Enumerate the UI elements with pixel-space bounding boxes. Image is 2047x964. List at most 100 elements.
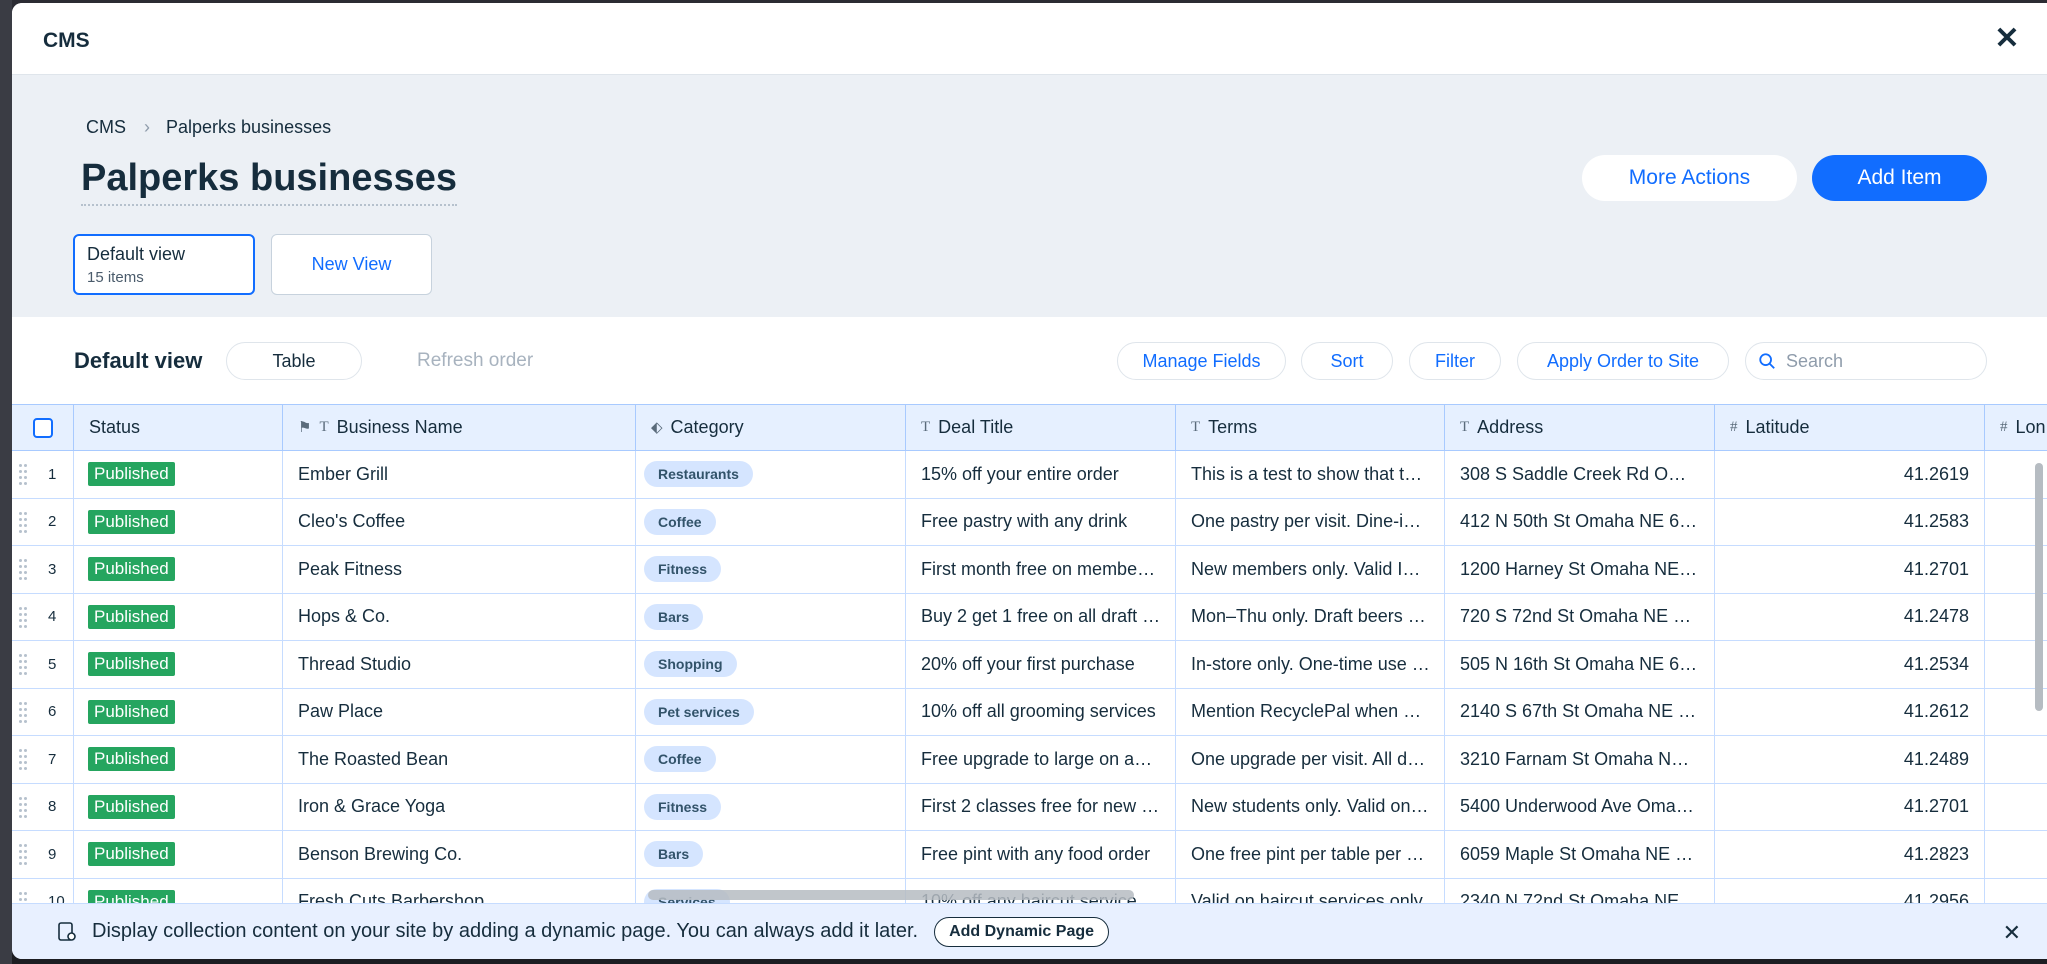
address-cell[interactable]: 720 S 72nd St Omaha NE 68114 bbox=[1445, 593, 1715, 640]
search-input[interactable] bbox=[1786, 350, 1966, 372]
latitude-cell[interactable]: 41.2478 bbox=[1715, 593, 1985, 640]
latitude-cell[interactable]: 41.2534 bbox=[1715, 641, 1985, 688]
category-cell[interactable]: Restaurants bbox=[636, 451, 906, 498]
row-handle-cell[interactable]: 8 bbox=[12, 783, 74, 830]
table-row[interactable]: 1 Published Ember Grill Restaurants 15% off … bbox=[12, 451, 2047, 499]
manage-fields-button[interactable]: Manage Fields bbox=[1117, 342, 1286, 380]
table-row[interactable]: 9 Published Benson Brewing Co. Bars Free pin… bbox=[12, 831, 2047, 879]
apply-order-button[interactable]: Apply Order to Site bbox=[1517, 342, 1729, 380]
business-name-cell[interactable]: Ember Grill bbox=[283, 451, 636, 498]
terms-cell[interactable]: One pastry per visit. Dine-in only. bbox=[1176, 498, 1445, 545]
sort-button[interactable]: Sort bbox=[1301, 342, 1393, 380]
row-handle-cell[interactable]: 1 bbox=[12, 451, 74, 498]
terms-cell[interactable]: Mention RecyclePal when booking. bbox=[1176, 688, 1445, 735]
column-header-status[interactable]: Status bbox=[74, 405, 283, 450]
drag-handle-icon[interactable] bbox=[19, 511, 29, 534]
address-cell[interactable]: 5400 Underwood Ave Omaha NE 68132 bbox=[1445, 783, 1715, 830]
category-cell[interactable]: Coffee bbox=[636, 736, 906, 783]
terms-cell[interactable]: Mon–Thu only. Draft beers only. bbox=[1176, 593, 1445, 640]
business-name-cell[interactable]: Paw Place bbox=[283, 688, 636, 735]
column-header-address[interactable]: T Address bbox=[1445, 405, 1715, 450]
terms-cell[interactable]: One upgrade per visit. All drinks. bbox=[1176, 736, 1445, 783]
layout-toggle-button[interactable]: Table bbox=[226, 342, 362, 380]
address-cell[interactable]: 2340 N 72nd St Omaha NE 68134 bbox=[1445, 878, 1715, 904]
business-name-cell[interactable]: Peak Fitness bbox=[283, 546, 636, 593]
status-cell[interactable]: Published bbox=[74, 878, 283, 904]
table-row[interactable]: 6 Published Paw Place Pet services 10% off a… bbox=[12, 688, 2047, 736]
status-cell[interactable]: Published bbox=[74, 546, 283, 593]
select-all-checkbox[interactable] bbox=[32, 417, 53, 438]
address-cell[interactable]: 3210 Farnam St Omaha NE 68131 bbox=[1445, 736, 1715, 783]
banner-close-icon[interactable]: ✕ bbox=[2003, 920, 2021, 946]
deal-title-cell[interactable]: First month free on membership bbox=[906, 546, 1176, 593]
table-row[interactable]: 3 Published Peak Fitness Fitness First month… bbox=[12, 546, 2047, 594]
business-name-cell[interactable]: Fresh Cuts Barbershop bbox=[283, 878, 636, 904]
status-cell[interactable]: Published bbox=[74, 641, 283, 688]
search-field[interactable] bbox=[1745, 342, 1987, 380]
status-cell[interactable]: Published bbox=[74, 783, 283, 830]
latitude-cell[interactable]: 41.2489 bbox=[1715, 736, 1985, 783]
status-cell[interactable]: Published bbox=[74, 831, 283, 878]
category-cell[interactable]: Fitness bbox=[636, 783, 906, 830]
latitude-cell[interactable]: 41.2583 bbox=[1715, 498, 1985, 545]
business-name-cell[interactable]: The Roasted Bean bbox=[283, 736, 636, 783]
category-cell[interactable]: Bars bbox=[636, 831, 906, 878]
deal-title-cell[interactable]: Free pastry with any drink bbox=[906, 498, 1176, 545]
latitude-cell[interactable]: 41.2612 bbox=[1715, 688, 1985, 735]
address-cell[interactable]: 505 N 16th St Omaha NE 68102 bbox=[1445, 641, 1715, 688]
add-item-button[interactable]: Add Item bbox=[1812, 155, 1987, 201]
drag-handle-icon[interactable] bbox=[19, 749, 29, 771]
column-header-terms[interactable]: T Terms bbox=[1176, 405, 1445, 450]
terms-cell[interactable]: One free pint per table per visit. bbox=[1176, 831, 1445, 878]
address-cell[interactable]: 2140 S 67th St Omaha NE 68106 bbox=[1445, 688, 1715, 735]
row-handle-cell[interactable]: 7 bbox=[12, 736, 74, 783]
table-row[interactable]: 4 Published Hops & Co. Bars Buy 2 get 1 free… bbox=[12, 593, 2047, 641]
longitude-cell[interactable] bbox=[1985, 736, 2047, 783]
longitude-cell[interactable] bbox=[1985, 831, 2047, 878]
address-cell[interactable]: 6059 Maple St Omaha NE 68104 bbox=[1445, 831, 1715, 878]
column-header-business-name[interactable]: ⚑ T Business Name bbox=[283, 405, 636, 450]
latitude-cell[interactable]: 41.2619 bbox=[1715, 451, 1985, 498]
row-handle-cell[interactable]: 5 bbox=[12, 641, 74, 688]
terms-cell[interactable]: New students only. Valid once. bbox=[1176, 783, 1445, 830]
drag-handle-icon[interactable] bbox=[19, 464, 29, 486]
longitude-cell[interactable] bbox=[1985, 879, 2047, 905]
refresh-order-button[interactable]: Refresh order bbox=[417, 350, 533, 372]
table-row[interactable]: 7 Published The Roasted Bean Coffee Free upg… bbox=[12, 736, 2047, 784]
category-cell[interactable]: Shopping bbox=[636, 641, 906, 688]
breadcrumb-root[interactable]: CMS bbox=[86, 117, 126, 138]
column-header-latitude[interactable]: # Latitude bbox=[1715, 405, 1985, 450]
terms-cell[interactable]: Valid on haircut services only. bbox=[1176, 878, 1445, 904]
terms-cell[interactable]: This is a test to show that this works bbox=[1176, 451, 1445, 498]
drag-handle-icon[interactable] bbox=[19, 796, 29, 819]
vertical-scrollbar[interactable] bbox=[2035, 463, 2043, 711]
drag-handle-icon[interactable] bbox=[19, 606, 29, 629]
table-row[interactable]: 8 Published Iron & Grace Yoga Fitness First … bbox=[12, 783, 2047, 831]
row-handle-cell[interactable]: 2 bbox=[12, 498, 74, 545]
business-name-cell[interactable]: Iron & Grace Yoga bbox=[283, 783, 636, 830]
row-handle-cell[interactable]: 4 bbox=[12, 593, 74, 640]
drag-handle-icon[interactable] bbox=[19, 654, 29, 676]
deal-title-cell[interactable]: 20% off your first purchase bbox=[906, 641, 1176, 688]
page-title[interactable]: Palperks businesses bbox=[81, 157, 457, 206]
category-cell[interactable]: Bars bbox=[636, 593, 906, 640]
business-name-cell[interactable]: Thread Studio bbox=[283, 641, 636, 688]
latitude-cell[interactable]: 41.2823 bbox=[1715, 831, 1985, 878]
address-cell[interactable]: 1200 Harney St Omaha NE 68102 bbox=[1445, 546, 1715, 593]
status-cell[interactable]: Published bbox=[74, 593, 283, 640]
status-cell[interactable]: Published bbox=[74, 451, 283, 498]
column-header-category[interactable]: ⬖ Category bbox=[636, 405, 906, 450]
drag-handle-icon[interactable] bbox=[19, 559, 29, 581]
latitude-cell[interactable]: 41.2956 bbox=[1715, 878, 1985, 904]
drag-handle-icon[interactable] bbox=[19, 701, 29, 724]
default-view-card[interactable]: Default view 15 items bbox=[73, 234, 255, 295]
drag-handle-icon[interactable] bbox=[19, 844, 29, 866]
deal-title-cell[interactable]: 15% off your entire order bbox=[906, 451, 1176, 498]
table-row[interactable]: 2 Published Cleo's Coffee Coffee Free pastry… bbox=[12, 498, 2047, 546]
row-handle-cell[interactable]: 3 bbox=[12, 546, 74, 593]
business-name-cell[interactable]: Cleo's Coffee bbox=[283, 498, 636, 545]
deal-title-cell[interactable]: Buy 2 get 1 free on all draft beers bbox=[906, 593, 1176, 640]
filter-button[interactable]: Filter bbox=[1409, 342, 1501, 380]
add-dynamic-page-button[interactable]: Add Dynamic Page bbox=[934, 916, 1110, 947]
terms-cell[interactable]: New members only. Valid ID required. bbox=[1176, 546, 1445, 593]
